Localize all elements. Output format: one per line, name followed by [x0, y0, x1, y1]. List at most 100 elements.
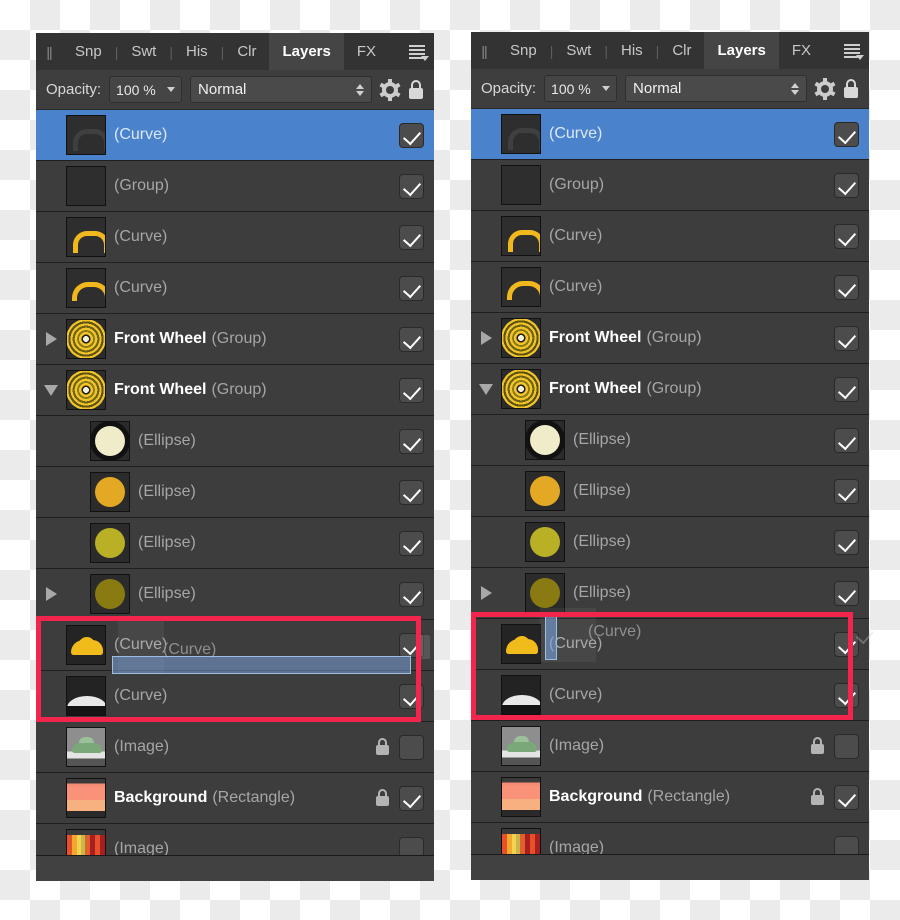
- layer-row[interactable]: (Group): [36, 161, 434, 212]
- layer-visibility-checkbox[interactable]: [834, 325, 859, 351]
- layer-row[interactable]: (Curve): [36, 620, 434, 671]
- tab-snp[interactable]: Snp: [497, 32, 550, 69]
- layer-row[interactable]: (Image): [471, 721, 869, 772]
- drag-grip-icon[interactable]: ||: [471, 32, 497, 69]
- layer-visibility-checkbox[interactable]: [399, 836, 424, 855]
- layer-label[interactable]: Background (Rectangle): [549, 788, 810, 806]
- layer-lock-icon[interactable]: [810, 788, 825, 806]
- layer-row[interactable]: (Ellipse): [36, 518, 434, 569]
- layer-label[interactable]: (Image): [549, 737, 810, 755]
- layer-row[interactable]: Front Wheel (Group): [471, 364, 869, 415]
- layer-row[interactable]: (Ellipse): [471, 517, 869, 568]
- stepper-icon[interactable]: [791, 82, 799, 95]
- layer-visibility-checkbox[interactable]: [834, 478, 859, 504]
- layer-visibility-checkbox[interactable]: [399, 785, 424, 811]
- disclosure-triangle-open-icon[interactable]: [471, 383, 501, 395]
- layer-row[interactable]: (Ellipse): [471, 568, 869, 619]
- layer-label[interactable]: (Curve): [114, 687, 399, 705]
- layer-visibility-checkbox[interactable]: [399, 173, 424, 199]
- layer-label[interactable]: (Curve): [549, 227, 834, 245]
- layer-visibility-checkbox[interactable]: [834, 580, 859, 606]
- layer-label[interactable]: Front Wheel (Group): [549, 380, 834, 398]
- tab-snp[interactable]: Snp: [62, 33, 115, 70]
- layer-row[interactable]: (Curve): [36, 263, 434, 314]
- layer-row[interactable]: (Curve): [36, 212, 434, 263]
- layer-label[interactable]: (Group): [549, 176, 834, 194]
- layer-label[interactable]: (Ellipse): [573, 533, 834, 551]
- layer-row[interactable]: (Image): [36, 722, 434, 773]
- layer-row[interactable]: (Curve): [471, 619, 869, 670]
- blend-mode-select[interactable]: Normal: [190, 76, 372, 103]
- disclosure-triangle-closed-icon[interactable]: [471, 331, 501, 345]
- opacity-toolbar[interactable]: Opacity: 100 % Normal: [471, 69, 869, 109]
- layer-visibility-checkbox[interactable]: [834, 121, 859, 147]
- layer-label[interactable]: (Group): [114, 177, 399, 195]
- layer-visibility-checkbox[interactable]: [834, 274, 859, 300]
- layer-visibility-checkbox[interactable]: [834, 631, 859, 657]
- layer-visibility-checkbox[interactable]: [399, 275, 424, 301]
- stepper-icon[interactable]: [356, 83, 364, 96]
- tab-fx[interactable]: FX: [344, 33, 389, 70]
- layer-row[interactable]: Background (Rectangle): [36, 773, 434, 824]
- layer-row[interactable]: (Ellipse): [36, 416, 434, 467]
- layer-label[interactable]: (Curve): [114, 126, 399, 144]
- blend-mode-select[interactable]: Normal: [625, 75, 807, 102]
- layer-label[interactable]: (Ellipse): [138, 534, 399, 552]
- tab-his[interactable]: His: [608, 32, 656, 69]
- layer-visibility-checkbox[interactable]: [399, 683, 424, 709]
- layer-visibility-checkbox[interactable]: [399, 734, 424, 760]
- disclosure-triangle-open-icon[interactable]: [36, 384, 66, 396]
- layer-label[interactable]: Front Wheel (Group): [114, 330, 399, 348]
- lock-icon[interactable]: [843, 78, 859, 99]
- tab-his[interactable]: His: [173, 33, 221, 70]
- layer-row[interactable]: (Curve): [471, 211, 869, 262]
- layer-label[interactable]: (Image): [114, 738, 375, 756]
- panel-tabbar[interactable]: || Snp | Swt | His | Clr Layers FX: [36, 33, 434, 70]
- layer-row[interactable]: (Curve): [36, 671, 434, 722]
- layer-label[interactable]: (Curve): [549, 686, 834, 704]
- layer-row[interactable]: Front Wheel (Group): [471, 313, 869, 364]
- tab-layers[interactable]: Layers: [704, 32, 779, 69]
- tab-clr[interactable]: Clr: [659, 32, 704, 69]
- layer-list-left[interactable]: (Curve) (Group) (Curve) (Curve) Front Wheel(…: [36, 110, 434, 855]
- tab-fx[interactable]: FX: [779, 32, 824, 69]
- layer-label[interactable]: (Ellipse): [138, 585, 399, 603]
- tab-swt[interactable]: Swt: [553, 32, 604, 69]
- layer-label[interactable]: (Curve): [114, 636, 399, 654]
- layer-row[interactable]: (Ellipse): [471, 415, 869, 466]
- layer-visibility-checkbox[interactable]: [399, 122, 424, 148]
- layer-label[interactable]: (Curve): [549, 125, 834, 143]
- layer-label[interactable]: (Curve): [549, 635, 834, 653]
- disclosure-triangle-closed-icon[interactable]: [36, 587, 66, 601]
- layer-lock-icon[interactable]: [375, 738, 390, 756]
- layer-row[interactable]: Front Wheel (Group): [36, 365, 434, 416]
- layer-visibility-checkbox[interactable]: [834, 682, 859, 708]
- layer-row[interactable]: (Curve): [471, 262, 869, 313]
- hamburger-menu-icon[interactable]: [400, 33, 434, 70]
- layer-lock-icon[interactable]: [810, 737, 825, 755]
- layer-label[interactable]: (Curve): [114, 228, 399, 246]
- panel-tabbar[interactable]: || Snp | Swt | His | Clr Layers FX: [471, 32, 869, 69]
- layer-visibility-checkbox[interactable]: [834, 172, 859, 198]
- tab-clr[interactable]: Clr: [224, 33, 269, 70]
- tab-swt[interactable]: Swt: [118, 33, 169, 70]
- gear-icon[interactable]: [814, 77, 836, 100]
- layer-visibility-checkbox[interactable]: [834, 427, 859, 453]
- layer-label[interactable]: (Image): [114, 840, 399, 855]
- layer-label[interactable]: (Ellipse): [138, 432, 399, 450]
- layer-label[interactable]: (Curve): [549, 278, 834, 296]
- opacity-input[interactable]: 100 %: [544, 75, 618, 102]
- lock-icon[interactable]: [408, 79, 424, 100]
- opacity-toolbar[interactable]: Opacity: 100 % Normal: [36, 70, 434, 110]
- layer-label[interactable]: (Ellipse): [573, 431, 834, 449]
- layer-visibility-checkbox[interactable]: [399, 224, 424, 250]
- layer-visibility-checkbox[interactable]: [399, 581, 424, 607]
- layer-visibility-checkbox[interactable]: [399, 530, 424, 556]
- disclosure-triangle-closed-icon[interactable]: [36, 332, 66, 346]
- layer-row[interactable]: (Group): [471, 160, 869, 211]
- layer-label[interactable]: (Image): [549, 839, 834, 854]
- layers-panel-right[interactable]: || Snp | Swt | His | Clr Layers FX Opaci…: [471, 32, 869, 880]
- layer-row[interactable]: Background (Rectangle): [471, 772, 869, 823]
- layer-visibility-checkbox[interactable]: [834, 733, 859, 759]
- layer-visibility-checkbox[interactable]: [834, 784, 859, 810]
